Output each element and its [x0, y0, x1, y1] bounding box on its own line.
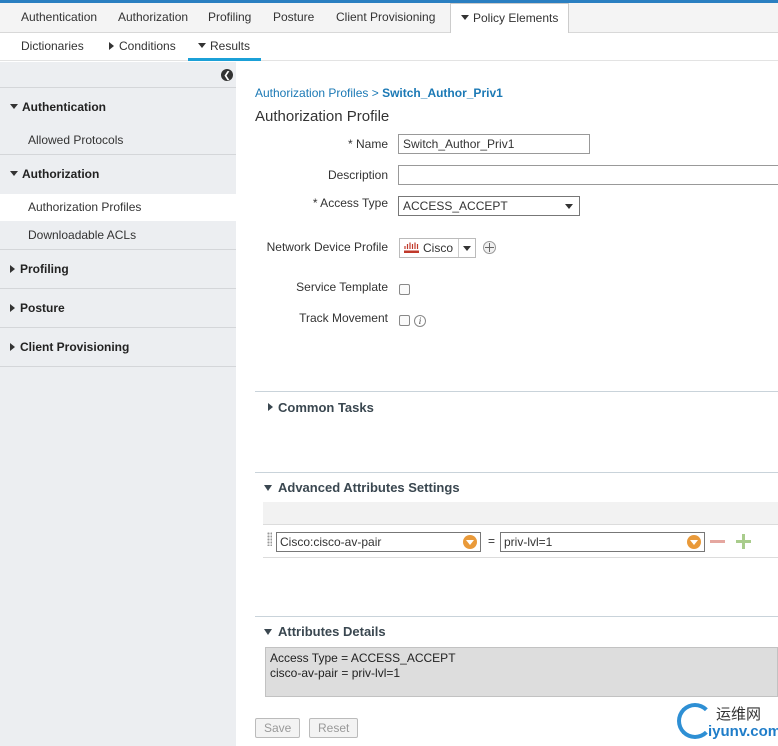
add-row-icon-vertical[interactable]	[742, 534, 745, 549]
sidebar: ❮ Authentication Allowed Protocols Autho…	[0, 62, 236, 746]
operator-label: =	[488, 534, 496, 548]
subnav-results-label: Results	[210, 39, 251, 53]
sidebar-item-downloadable-acls[interactable]: Downloadable ACLs	[0, 222, 236, 249]
chevron-down-icon	[565, 204, 573, 209]
network-device-profile-select[interactable]: Cisco	[399, 238, 476, 258]
chevron-down-icon	[10, 171, 18, 176]
breadcrumb-parent-link[interactable]: Authorization Profiles	[255, 86, 368, 100]
cisco-logo-icon	[404, 242, 419, 253]
chevron-right-icon	[10, 304, 15, 312]
chevron-down-icon	[461, 15, 469, 20]
tab-posture[interactable]: Posture	[273, 3, 314, 33]
track-movement-checkbox[interactable]	[399, 315, 410, 326]
chevron-down-icon[interactable]	[264, 485, 272, 491]
advanced-attribute-row: Cisco:cisco-av-pair = priv-lvl=1	[263, 524, 778, 558]
watermark-url: iyunv.com	[708, 723, 778, 740]
subnav-dictionaries[interactable]: Dictionaries	[21, 33, 84, 61]
sidebar-section-label: Authentication	[22, 100, 106, 114]
sidebar-section-label: Profiling	[20, 262, 69, 276]
subnav-conditions[interactable]: Conditions	[109, 33, 176, 61]
page-title: Authorization Profile	[255, 108, 390, 125]
description-field[interactable]	[398, 165, 778, 185]
service-template-checkbox[interactable]	[399, 284, 410, 295]
tab-policy-elements[interactable]: Policy Elements	[450, 3, 570, 34]
sidebar-section-profiling[interactable]: Profiling	[0, 249, 236, 288]
chevron-right-icon	[10, 265, 15, 273]
subnav-results[interactable]: Results	[188, 33, 261, 61]
tab-authorization[interactable]: Authorization	[118, 3, 188, 33]
info-icon[interactable]: i	[414, 315, 426, 327]
service-template-label: Service Template	[296, 280, 388, 294]
attributes-detail-line: Access Type = ACCESS_ACCEPT	[270, 651, 456, 665]
sidebar-item-authorization-profiles[interactable]: Authorization Profiles	[0, 194, 236, 221]
collapse-sidebar-icon[interactable]: ❮	[221, 69, 233, 81]
chevron-right-icon	[10, 343, 15, 351]
sidebar-section-authorization[interactable]: Authorization	[0, 154, 236, 193]
subnav-conditions-label: Conditions	[119, 39, 176, 53]
sub-nav-bar: Dictionaries Conditions Results	[0, 33, 778, 61]
reset-button[interactable]: Reset	[309, 718, 359, 738]
sidebar-divider	[0, 366, 236, 367]
chevron-down-icon	[198, 43, 206, 48]
dropdown-button-icon[interactable]	[687, 535, 701, 549]
attributes-details-box: Access Type = ACCESS_ACCEPT cisco-av-pai…	[265, 647, 778, 697]
save-button[interactable]: Save	[255, 718, 301, 738]
advanced-attributes-table-header	[263, 502, 778, 524]
sidebar-section-client-provisioning[interactable]: Client Provisioning	[0, 327, 236, 366]
sidebar-section-label: Authorization	[22, 167, 100, 181]
chevron-right-icon[interactable]	[268, 403, 273, 411]
advanced-attributes-header[interactable]: Advanced Attributes Settings	[278, 480, 460, 495]
access-type-value: ACCESS_ACCEPT	[403, 199, 508, 213]
chevron-down-icon[interactable]	[264, 629, 272, 635]
dropdown-button-icon[interactable]	[463, 535, 477, 549]
breadcrumb-separator: >	[371, 86, 379, 100]
attribute-dictionary-select[interactable]: Cisco:cisco-av-pair	[276, 532, 481, 552]
chevron-down-icon	[463, 246, 471, 251]
track-movement-label: Track Movement	[299, 311, 388, 325]
attributes-details-header[interactable]: Attributes Details	[278, 624, 386, 639]
remove-row-icon[interactable]	[710, 540, 725, 543]
attribute-value-text: priv-lvl=1	[504, 535, 553, 549]
sidebar-section-posture[interactable]: Posture	[0, 288, 236, 327]
common-tasks-header[interactable]: Common Tasks	[278, 400, 374, 415]
drag-handle-icon[interactable]	[267, 532, 272, 546]
top-nav-bar: Authentication Authorization Profiling P…	[0, 0, 778, 34]
watermark: 运维网 iyunv.com	[672, 697, 778, 746]
access-type-select[interactable]: ACCESS_ACCEPT	[398, 196, 580, 216]
chevron-right-icon	[109, 42, 114, 50]
tab-policy-elements-label: Policy Elements	[473, 11, 559, 25]
sidebar-section-label: Client Provisioning	[20, 340, 130, 354]
tab-authentication[interactable]: Authentication	[21, 3, 97, 33]
name-field[interactable]: Switch_Author_Priv1	[398, 134, 590, 154]
globe-icon[interactable]	[483, 241, 496, 254]
network-device-profile-label: Network Device Profile	[266, 240, 388, 254]
tab-client-provisioning[interactable]: Client Provisioning	[336, 3, 435, 33]
network-device-profile-value: Cisco	[423, 241, 454, 255]
breadcrumb-current: Switch_Author_Priv1	[382, 86, 503, 100]
sidebar-section-label: Posture	[20, 301, 65, 315]
select-divider	[458, 239, 459, 257]
chevron-down-icon	[10, 104, 18, 109]
breadcrumb: Authorization Profiles > Switch_Author_P…	[255, 86, 503, 100]
access-type-label: * Access Type	[312, 196, 388, 210]
attribute-dictionary-value: Cisco:cisco-av-pair	[280, 535, 382, 549]
section-divider	[255, 472, 778, 473]
main-content: Authorization Profiles > Switch_Author_P…	[236, 62, 778, 746]
description-label: Description	[327, 168, 388, 182]
watermark-text: 运维网	[716, 706, 762, 723]
attributes-detail-line: cisco-av-pair = priv-lvl=1	[270, 666, 401, 680]
tab-profiling[interactable]: Profiling	[208, 3, 251, 33]
sidebar-item-allowed-protocols[interactable]: Allowed Protocols	[0, 127, 236, 154]
sidebar-section-authentication[interactable]: Authentication	[0, 87, 236, 126]
section-divider	[255, 616, 778, 617]
section-divider	[255, 391, 778, 392]
attribute-value-field[interactable]: priv-lvl=1	[500, 532, 705, 552]
name-label: * Name	[347, 137, 388, 151]
